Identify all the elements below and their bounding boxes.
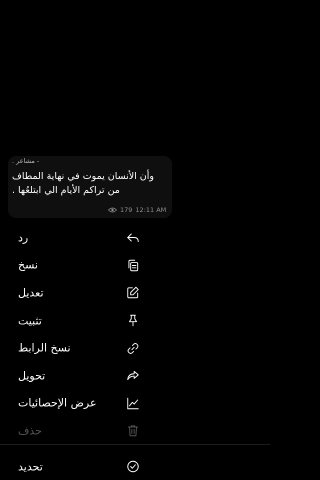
link-icon xyxy=(125,341,140,356)
menu-item-label: تحويل xyxy=(18,369,46,383)
menu-item-label: رد xyxy=(18,231,29,245)
message-line-2: من تراكم الأيام الي ابتلعُها . xyxy=(12,184,168,198)
eye-icon xyxy=(108,207,117,213)
menu-item-label: عرض الإحصائيات xyxy=(18,396,97,410)
menu-item-delete: حذف xyxy=(0,417,270,445)
menu-item-copy-link[interactable]: نسخ الرابط xyxy=(0,334,270,362)
menu-item-forward[interactable]: تحويل xyxy=(0,362,270,390)
view-count: 179 xyxy=(120,206,133,214)
message-author: - مشاعر . xyxy=(12,157,40,165)
menu-divider xyxy=(0,444,270,445)
menu-item-pin[interactable]: تثبيت xyxy=(0,307,270,335)
select-check-icon xyxy=(125,459,140,474)
copy-icon xyxy=(125,258,140,273)
pin-icon xyxy=(125,313,140,328)
menu-item-copy[interactable]: نسخ xyxy=(0,252,270,280)
menu-item-edit[interactable]: تعديل xyxy=(0,279,270,307)
context-menu: رد نسخ تعديل تثبيت نسخ الرابط تحويل عرض … xyxy=(0,224,270,480)
menu-item-label: تحديد xyxy=(18,460,43,474)
menu-item-label: نسخ xyxy=(18,258,38,272)
message-line-1: وأن الأنسان يموت في نهاية المطاف xyxy=(12,171,155,182)
menu-item-label: حذف xyxy=(18,424,42,438)
forward-icon xyxy=(125,368,140,383)
menu-item-label: نسخ الرابط xyxy=(18,341,71,355)
menu-item-label: تعديل xyxy=(18,286,44,300)
menu-item-label: تثبيت xyxy=(18,314,42,328)
message-text: وأن الأنسان يموت في نهاية المطاف من تراك… xyxy=(12,170,168,198)
stats-icon xyxy=(125,396,140,411)
menu-item-select[interactable]: تحديد xyxy=(0,453,270,480)
edit-icon xyxy=(125,285,140,300)
trash-icon xyxy=(125,423,140,438)
message-meta: 179 12:11 AM xyxy=(108,206,166,214)
menu-item-reply[interactable]: رد xyxy=(0,224,270,252)
reply-icon xyxy=(125,230,140,245)
message-line-2-text: من تراكم الأيام الي ابتلعُها . xyxy=(12,185,120,196)
message-time: 12:11 AM xyxy=(135,206,167,214)
menu-item-statistics[interactable]: عرض الإحصائيات xyxy=(0,390,270,418)
screen: - مشاعر . وأن الأنسان يموت في نهاية المط… xyxy=(0,0,270,480)
